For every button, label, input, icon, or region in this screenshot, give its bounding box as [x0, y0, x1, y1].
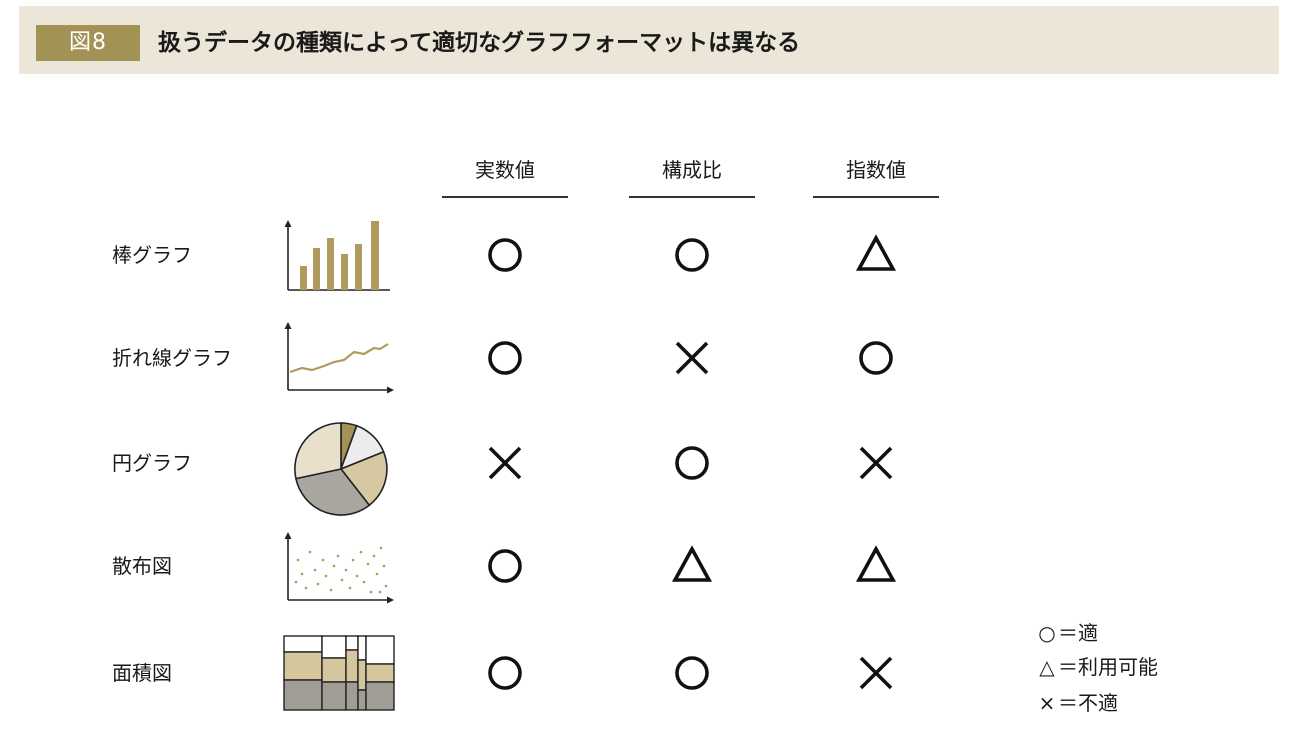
rating-circle-icon	[675, 446, 709, 480]
legend-text: ＝利用可能	[1058, 655, 1158, 679]
column-header-rule	[629, 196, 755, 198]
column-header-rule	[813, 196, 939, 198]
column-header-rule	[442, 196, 568, 198]
legend-cross-symbol: ×	[1038, 691, 1056, 715]
rating-triangle-icon	[855, 545, 897, 582]
page-title: 扱うデータの種類によって適切なグラフフォーマットは異なる	[158, 30, 801, 56]
scatter-chart-icon	[284, 532, 394, 604]
rating-circle-icon	[488, 549, 522, 583]
row-label-line-chart: 折れ線グラフ	[112, 346, 232, 370]
rating-circle-icon	[859, 341, 893, 375]
rating-circle-icon	[675, 238, 709, 272]
row-label-bar-chart: 棒グラフ	[112, 243, 192, 267]
pie-chart-icon	[294, 422, 388, 516]
rating-circle-icon	[675, 656, 709, 690]
legend-item-unsuitable: × ＝不適	[1036, 688, 1118, 718]
legend-text: ＝不適	[1058, 691, 1118, 715]
rating-circle-icon	[488, 656, 522, 690]
row-label-scatter-plot: 散布図	[112, 554, 172, 578]
rating-circle-icon	[488, 341, 522, 375]
area-chart-icon	[283, 635, 395, 711]
legend-item-suitable: ○ ＝適	[1036, 618, 1098, 648]
column-header-composition-ratio: 構成比	[662, 158, 722, 182]
row-label-pie-chart: 円グラフ	[112, 451, 192, 475]
rating-cross-icon	[488, 446, 522, 480]
rating-triangle-icon	[855, 234, 897, 271]
legend-circle-symbol: ○	[1038, 621, 1056, 645]
legend-text: ＝適	[1058, 621, 1098, 645]
figure-badge: 図8	[36, 25, 140, 61]
column-header-index-value: 指数値	[846, 158, 906, 182]
rating-cross-icon	[859, 656, 893, 690]
rating-triangle-icon	[671, 545, 713, 582]
rating-circle-icon	[488, 238, 522, 272]
column-header-actual-value: 実数値	[475, 158, 535, 182]
legend-item-usable: △ ＝利用可能	[1036, 652, 1158, 682]
bar-chart-icon	[284, 220, 390, 291]
legend-triangle-symbol: △	[1039, 655, 1055, 679]
rating-cross-icon	[675, 341, 709, 375]
row-label-area-chart: 面積図	[112, 661, 172, 685]
rating-cross-icon	[859, 446, 893, 480]
line-chart-icon	[284, 322, 394, 394]
